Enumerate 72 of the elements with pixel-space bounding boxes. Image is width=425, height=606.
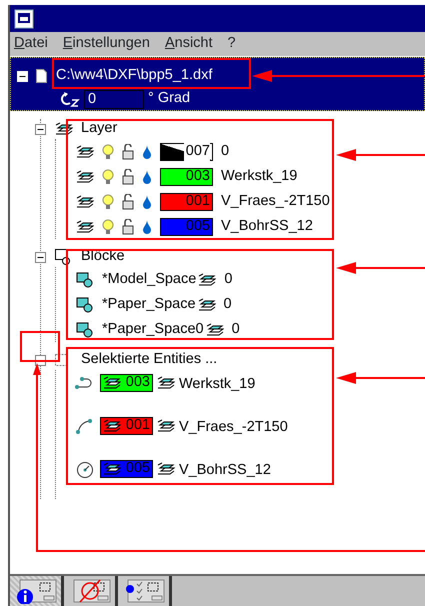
checklist-icon: [124, 578, 166, 604]
layers-icon: [103, 462, 121, 476]
layer-name: 0: [224, 270, 232, 289]
layer-name[interactable]: Werkstk_19: [221, 166, 298, 188]
menu-item[interactable]: Einstellungen: [62, 33, 150, 55]
lock-open-icon[interactable]: [122, 194, 134, 210]
file-path[interactable]: C:\ww4\DXF\bpp5_1.dxf: [56, 65, 212, 87]
toolbar-button[interactable]: [64, 576, 118, 606]
layer-name[interactable]: V_BohrSS_12: [221, 216, 313, 238]
light-bulb-icon[interactable]: [102, 144, 114, 160]
toolbar-button[interactable]: [10, 576, 64, 606]
layers-icon: [198, 272, 216, 286]
app-icon: [14, 8, 34, 28]
layers-icon: [198, 298, 216, 312]
toolbar-button[interactable]: [118, 576, 172, 606]
menu-item[interactable]: Datei: [14, 33, 48, 55]
layers-icon: [76, 170, 94, 184]
block-icon: [76, 296, 94, 312]
document-icon: [36, 69, 47, 83]
drop-icon: [142, 218, 152, 234]
color-swatch: 001: [100, 417, 153, 435]
lock-open-icon[interactable]: [122, 168, 134, 184]
drop-icon: [142, 168, 152, 184]
layers-icon: [157, 376, 175, 390]
menu-item[interactable]: ?: [228, 33, 236, 55]
block-icon: [76, 272, 94, 288]
drop-icon: [142, 194, 152, 210]
block-icon: [76, 322, 94, 338]
layers-icon: [76, 194, 94, 208]
angle-field[interactable]: 0: [84, 90, 144, 108]
layers-icon: [76, 144, 94, 158]
color-swatch: 003: [100, 374, 153, 392]
layers-icon: [103, 419, 121, 433]
layer-name[interactable]: 0: [221, 140, 230, 162]
rotate-icon: [58, 91, 80, 107]
block-icon: [55, 249, 71, 265]
color-swatch: 001: [160, 192, 213, 210]
layer-name: 0: [232, 320, 240, 339]
layers-icon: [206, 322, 224, 336]
layer-name: V_BohrSS_12: [179, 461, 271, 480]
layer-name: Werkstk_19: [179, 375, 256, 394]
group-label[interactable]: Layer: [81, 118, 118, 140]
light-bulb-icon[interactable]: [102, 194, 114, 210]
unit-label: ° Grad: [148, 89, 190, 108]
color-swatch: 005: [100, 460, 153, 478]
light-bulb-icon[interactable]: [102, 218, 114, 234]
annotation-box: [20, 331, 60, 362]
layers-icon: [157, 462, 175, 476]
layers-icon: [103, 376, 121, 390]
layer-name: 0: [224, 294, 232, 314]
collapse-toggle[interactable]: [35, 252, 46, 262]
color-swatch: 005: [160, 218, 213, 236]
color-swatch: 003: [160, 168, 213, 186]
layers-icon: [157, 419, 175, 433]
block-name[interactable]: *Model_Space: [102, 268, 196, 290]
block-name[interactable]: *Paper_Space: [102, 294, 196, 316]
layers-icon: [55, 122, 73, 136]
light-bulb-icon[interactable]: [102, 168, 114, 184]
layer-name: V_Fraes_-2T150: [179, 418, 288, 437]
circle-icon: [74, 461, 96, 479]
layer-name[interactable]: V_Fraes_-2T150: [221, 190, 330, 212]
selection-icon: [55, 354, 67, 366]
menu-item[interactable]: Ansicht: [164, 33, 213, 55]
lock-open-icon[interactable]: [122, 218, 134, 234]
drop-icon: [142, 144, 152, 160]
color-swatch: 007: [160, 142, 213, 160]
lock-open-icon[interactable]: [122, 144, 134, 160]
info-icon: [16, 578, 58, 604]
group-label[interactable]: Selektierte Entities ...: [81, 349, 218, 371]
collapse-toggle[interactable]: [35, 124, 46, 134]
layers-icon: [76, 220, 94, 234]
block-name[interactable]: *Paper_Space0: [102, 318, 204, 340]
